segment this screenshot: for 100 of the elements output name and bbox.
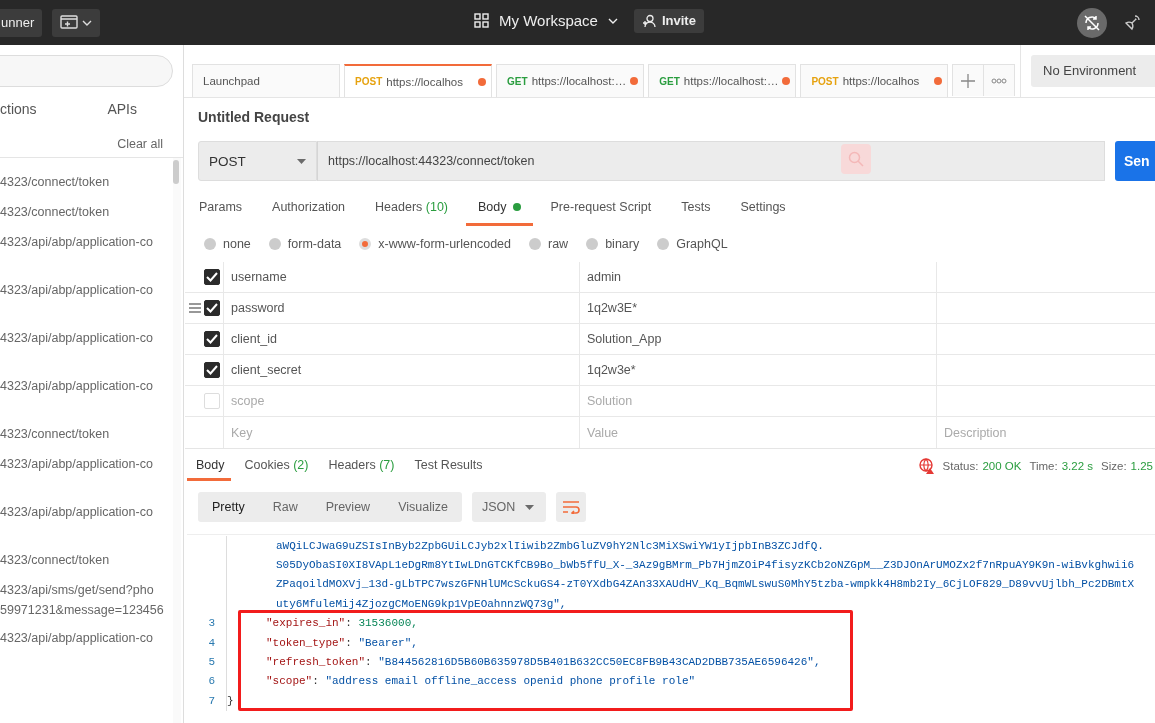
checkbox[interactable] [204,331,220,347]
meta-label: Size: [1101,460,1127,472]
runner-button[interactable]: unner [0,8,43,37]
environment-dropdown[interactable]: No Environment [1031,55,1155,87]
history-item[interactable]: 4323/api/abp/application-co [0,454,173,502]
code-line: "scope": "address email offline_access openid phone profile role" [266,675,696,688]
sidebar-tab[interactable]: APIs [107,101,137,123]
url-field[interactable]: https://localhost:44323/connect/token [317,141,1105,181]
radio-button[interactable] [268,238,281,250]
radio-label[interactable]: form-data [287,237,342,251]
history-item[interactable]: 4323/connect/token [0,202,173,232]
caret-icon [607,17,618,24]
radio-button[interactable] [359,238,372,250]
value-cell[interactable]: 1q2w3e* [587,363,636,377]
history-item[interactable]: 4323/api/abp/application-co [0,232,173,280]
search-field[interactable] [0,55,173,87]
history-item[interactable]: 4323/connect/token [0,172,173,202]
section-tab[interactable]: Authorization [260,196,358,226]
response-tab[interactable]: Headers (7) [322,451,401,481]
view-mode-button[interactable]: Pretty [198,492,259,522]
history-item[interactable]: 4323/connect/token [0,550,173,580]
sync-off-icon [1083,13,1101,32]
method-dropdown[interactable]: POST [198,141,317,181]
meta-label: Time: [1029,460,1058,472]
value-cell[interactable]: admin [587,270,622,284]
request-tab[interactable]: POST https://localhos [344,64,493,97]
history-item[interactable]: 4323/api/abp/application-co [0,502,173,550]
sidebar-tab[interactable]: ctions [0,101,37,123]
caret-icon [524,504,534,510]
history-item[interactable]: 4323/api/abp/application-co [0,280,173,328]
radio-button[interactable] [529,238,541,250]
workspace-dropdown[interactable]: My Workspace [472,8,620,33]
value-cell[interactable]: Solution_App [587,332,662,346]
checkbox[interactable] [204,300,220,316]
key-cell[interactable]: client_id [231,332,277,346]
caret-icon [297,158,306,164]
response-tab[interactable]: Cookies (2) [238,451,315,481]
key-field[interactable]: Key [231,425,351,440]
code-line: "expires_in": 31536000, [266,617,418,630]
radio-label[interactable]: none [223,237,251,251]
section-tab[interactable]: Params [199,196,255,226]
checkbox[interactable] [204,269,220,285]
section-tab[interactable]: Tests [669,196,723,226]
description-field[interactable]: Description [944,425,1064,440]
section-tab[interactable]: Headers (10) [363,196,460,226]
caret-icon [82,19,93,26]
scrollbar-thumb[interactable] [173,160,179,184]
key-cell[interactable]: password [231,301,285,315]
new-tab-button[interactable] [952,64,985,96]
history-item[interactable]: 4323/api/abp/application-co [0,628,173,676]
radio-label[interactable]: GraphQL [676,237,728,251]
history-item[interactable]: 4323/api/abp/application-co [0,328,173,376]
request-tab[interactable]: GET https://localhost:… [648,64,797,97]
request-tab[interactable]: Launchpad [192,64,341,97]
section-tab[interactable]: Settings [728,196,798,226]
send-button[interactable]: Sen [1115,141,1155,181]
view-mode-button[interactable]: Preview [311,492,385,522]
key-cell[interactable]: client_secret [231,363,302,377]
line-number: 4 [208,636,215,649]
view-mode-button[interactable]: Raw [258,492,312,522]
grid-icon [474,13,489,28]
section-tab[interactable]: Pre-request Script [538,196,664,226]
more-icon [991,77,1008,84]
more-button[interactable] [983,64,1015,96]
value-cell[interactable]: 1q2w3E* [587,301,638,315]
wrap-button[interactable] [555,492,586,522]
meta-value: 3.22 s [1061,460,1094,472]
response-tab[interactable]: Body [187,451,231,481]
request-title: Untitled Request [198,108,311,127]
value-field[interactable]: Value [587,425,707,440]
history-item[interactable]: 4323/api/abp/application-co [0,376,173,424]
clear-all-link[interactable]: Clear all [117,137,163,151]
line-number: 6 [208,675,215,688]
window-plus-icon [60,14,79,31]
radio-label[interactable]: binary [605,237,640,251]
radio-button[interactable] [204,238,216,250]
radio-label[interactable]: raw [548,237,569,251]
history-item[interactable]: 4323/connect/token [0,424,173,454]
radio-label[interactable]: x-www-form-urlencoded [378,237,511,251]
key-cell[interactable]: username [231,270,287,284]
meta-value: 200 OK [982,460,1022,472]
radio-button[interactable] [657,238,670,250]
view-mode-button[interactable]: Visualize [384,492,462,522]
checkbox[interactable] [204,362,220,378]
code-line: "token_type": "Bearer", [266,636,418,649]
response-tab[interactable]: Test Results [408,451,489,481]
request-tab[interactable]: GET https://localhost:… [496,64,645,97]
new-window-button[interactable] [52,8,101,37]
code-line: uty6MfuleMij4ZjozgCMoENG9kp1VpEOahnnzWQ73g", [276,597,567,610]
line-number: 7 [208,694,215,707]
drag-handle-icon[interactable] [189,303,201,313]
globe-alert-icon [918,458,935,474]
radio-button[interactable] [586,238,599,250]
invite-button[interactable]: Invite [633,8,704,33]
request-tab[interactable]: POST https://localhos [800,64,949,97]
satellite-icon[interactable] [1123,13,1141,32]
history-item[interactable]: 4323/api/sms/get/send?pho 59971231&message=123456 [0,580,173,628]
sync-button[interactable] [1077,7,1107,38]
section-tab[interactable]: Body [466,196,533,226]
format-dropdown[interactable]: JSON [471,492,546,522]
